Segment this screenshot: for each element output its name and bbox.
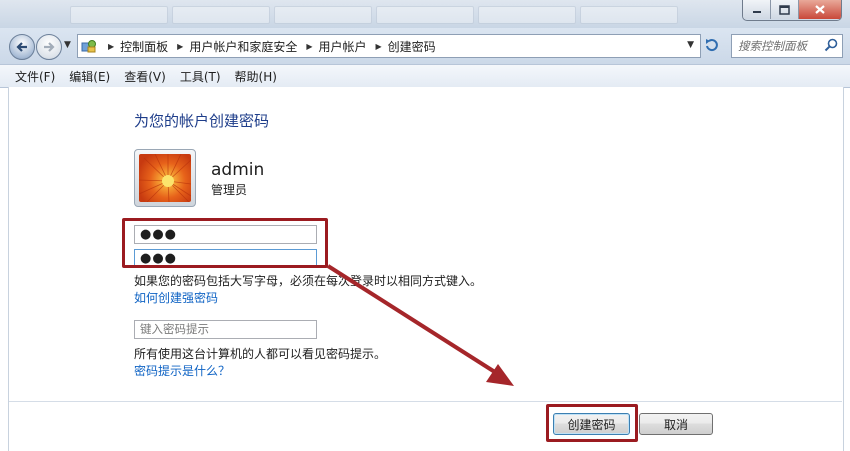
annotation-arrow-icon [326,264,514,386]
